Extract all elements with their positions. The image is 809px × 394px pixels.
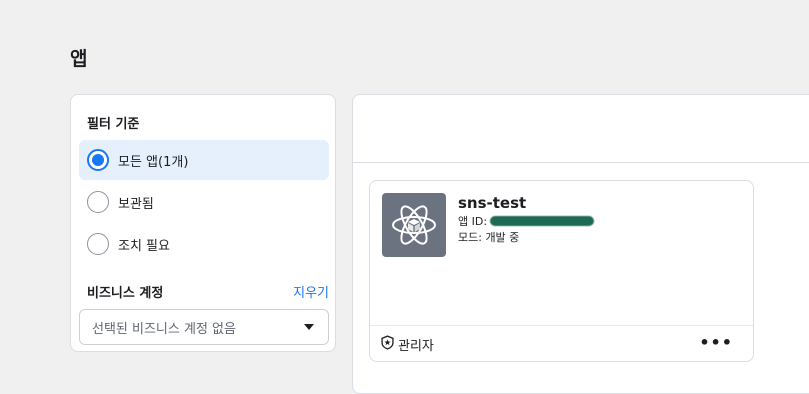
filter-panel: 필터 기준 모든 앱(1개) 보관됨 조치 필요 비즈니스 계정 지우기 선택된… [70, 94, 336, 352]
app-name[interactable]: sns-test [458, 194, 526, 212]
app-role-label: 관리자 [398, 339, 434, 354]
admin-badge-icon [380, 335, 395, 354]
divider [353, 162, 809, 163]
radio-icon[interactable] [87, 233, 109, 255]
atom-cube-icon [382, 193, 446, 257]
page-title: 앱 [70, 48, 88, 70]
caret-down-icon [304, 324, 314, 330]
filter-option-all-apps[interactable]: 모든 앱(1개) [79, 140, 329, 180]
filter-option-archived[interactable]: 보관됨 [79, 182, 329, 222]
app-card[interactable]: sns-test 앱 ID: 모드: 개발 중 관리자 ••• [369, 180, 754, 362]
filter-option-label: 보관됨 [118, 196, 154, 212]
redacted-app-id [490, 216, 595, 226]
business-account-select[interactable]: 선택된 비즈니스 계정 없음 [79, 309, 329, 345]
app-list-panel: sns-test 앱 ID: 모드: 개발 중 관리자 ••• [352, 94, 809, 394]
business-account-label: 비즈니스 계정 [87, 286, 164, 301]
app-role: 관리자 [380, 335, 434, 354]
business-account-select-value: 선택된 비즈니스 계정 없음 [92, 321, 236, 337]
divider [370, 325, 753, 326]
business-account-header: 비즈니스 계정 지우기 [87, 282, 329, 301]
more-options-icon[interactable]: ••• [699, 333, 733, 352]
filter-option-label: 모든 앱(1개) [118, 154, 189, 170]
app-id: 앱 ID: [458, 213, 595, 229]
radio-icon[interactable] [87, 191, 109, 213]
radio-selected-icon[interactable] [87, 149, 109, 171]
app-mode: 모드: 개발 중 [458, 231, 520, 244]
filter-option-label: 조치 필요 [118, 238, 170, 254]
filter-option-action-needed[interactable]: 조치 필요 [79, 224, 329, 264]
clear-link[interactable]: 지우기 [293, 282, 329, 301]
app-id-label: 앱 ID: [458, 215, 488, 228]
filter-title: 필터 기준 [87, 117, 140, 132]
